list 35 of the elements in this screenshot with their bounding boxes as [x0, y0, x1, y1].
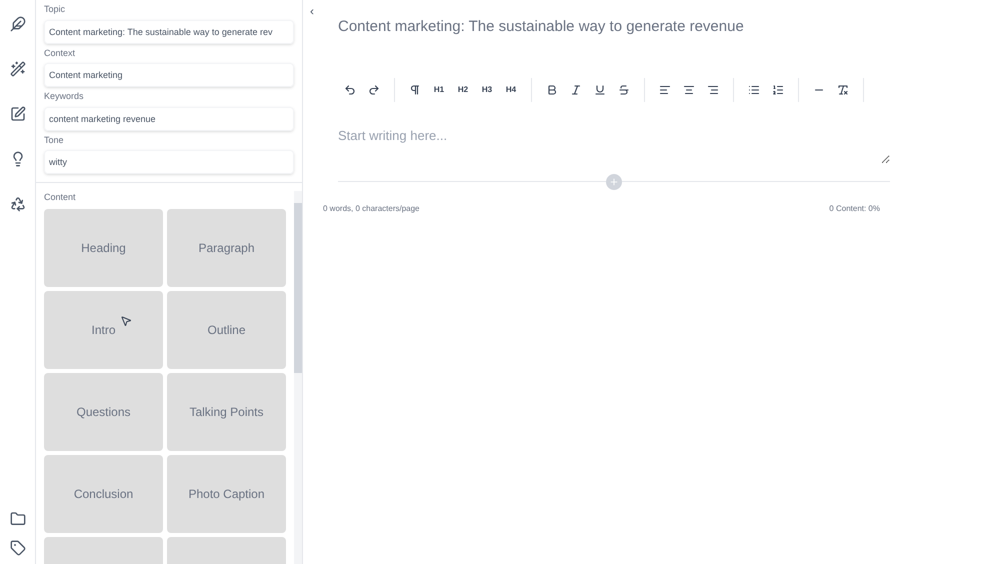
folder-icon[interactable]: [10, 511, 26, 527]
content-score: 0 Content: 0%: [829, 202, 880, 214]
field-label: Context: [44, 46, 76, 60]
recycle-icon[interactable]: [10, 196, 26, 212]
edit-icon[interactable]: [10, 106, 26, 122]
content-card[interactable]: Questions: [44, 372, 163, 450]
collapse-button[interactable]: ‹: [306, 2, 318, 20]
field-label: Tone: [44, 134, 65, 146]
content-card[interactable]: Intro: [44, 290, 163, 368]
content-card[interactable]: Outline: [167, 290, 286, 368]
field-label: Keywords: [44, 90, 85, 103]
feather-icon[interactable]: [10, 16, 26, 32]
input-field[interactable]: content marketing revenue: [44, 106, 294, 130]
heading-button[interactable]: H4: [499, 78, 523, 102]
tag-icon[interactable]: [10, 540, 26, 556]
input-field[interactable]: Content marketing: The sustainable way to generate rev: [44, 20, 294, 44]
heading-button[interactable]: H1: [427, 78, 451, 102]
document-title: Content marketing: The sustainable way to generate revenue: [338, 17, 745, 37]
content-card[interactable]: Conclusion: [44, 454, 163, 532]
word-count: 0 words, 0 characters/page: [323, 202, 420, 214]
content-card[interactable]: Heading: [44, 208, 163, 286]
input-field[interactable]: Content marketing: [44, 63, 294, 87]
scrollbar[interactable]: [294, 191, 302, 564]
input-field[interactable]: witty: [44, 150, 294, 174]
section-label: Content: [44, 191, 77, 204]
editor-area[interactable]: Start writing here...: [338, 126, 890, 164]
heading-button[interactable]: H2: [451, 78, 475, 102]
field-label: Topic: [44, 3, 66, 16]
cursor-icon: [120, 314, 132, 326]
plus-icon: [609, 176, 619, 186]
content-card[interactable]: Paragraph: [167, 208, 286, 286]
content-card[interactable]: Photo Caption: [167, 454, 286, 532]
heading-button[interactable]: H3: [475, 78, 499, 102]
wand-icon[interactable]: [10, 61, 26, 77]
content-card[interactable]: Talking Points: [167, 372, 286, 450]
